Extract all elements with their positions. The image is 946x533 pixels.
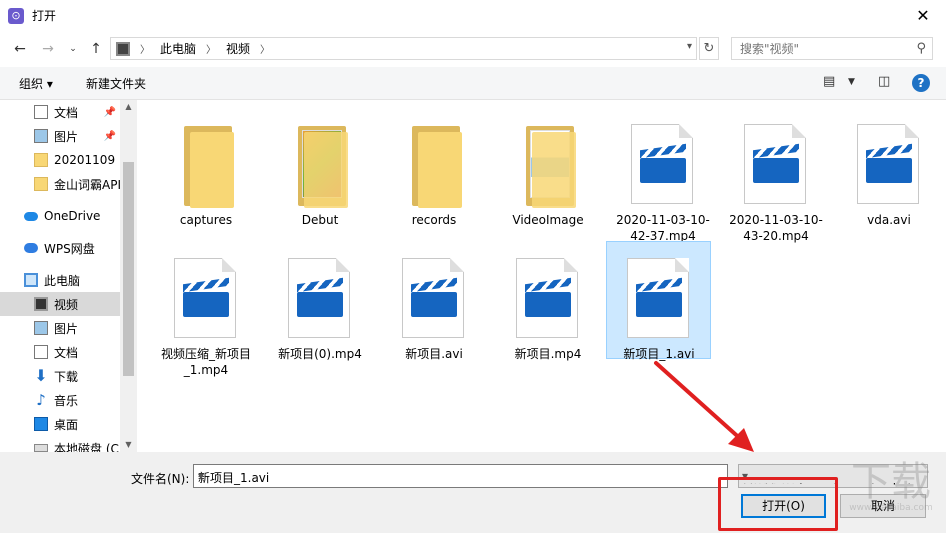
view-mode-icon[interactable]: ▤ — [823, 74, 835, 89]
file-item-vda-avi[interactable]: vda.avi — [837, 108, 941, 227]
sidebar-item-desktop[interactable]: 桌面 — [0, 412, 120, 436]
sidebar-item-20201109[interactable]: 20201109 — [0, 148, 120, 172]
desktop-icon — [34, 417, 48, 431]
file-item-video-2[interactable]: 2020-11-03-10-43-20.mp4 — [724, 108, 828, 243]
sidebar-scrollbar[interactable]: ▲ ▼ — [120, 100, 137, 452]
sidebar-item-music[interactable]: ♪ 音乐 — [0, 388, 120, 412]
watermark: 下载 www.xiazaiba.com — [849, 459, 933, 513]
app-icon: ⊙ — [8, 7, 24, 24]
computer-icon — [24, 273, 38, 287]
file-item-records[interactable]: records — [382, 108, 486, 227]
folder-icon — [176, 126, 236, 208]
search-input[interactable] — [740, 41, 910, 56]
file-list: captures Debut records VideoImage 2020-1… — [137, 100, 946, 452]
sidebar-item-pictures-pinned[interactable]: 图片 📌 — [0, 124, 120, 148]
address-row: ← → ⌄ ↑ 〉 此电脑 〉 视频 〉 ▾ ↻ ⚲ — [0, 31, 946, 67]
file-item-new-project-1-avi[interactable]: 新项目_1.avi — [606, 241, 711, 361]
sidebar-item-jinshan-api[interactable]: 金山词霸API — [0, 172, 120, 196]
sidebar-item-local-disk[interactable]: 本地磁盘 (C — [0, 436, 120, 452]
toolbar: 组织 ▾ 新建文件夹 ▤ ▼ ◫ — [0, 67, 946, 100]
document-icon — [34, 345, 48, 359]
chevron-down-icon[interactable]: ▼ — [848, 77, 855, 87]
navigation-pane: 文档 📌 图片 📌 20201109 金山词霸API OneDrive WPS网… — [0, 100, 120, 452]
new-folder-button[interactable]: 新建文件夹 — [86, 75, 146, 92]
chevron-down-icon[interactable]: ▾ — [198, 469, 723, 483]
file-item-videoimage[interactable]: VideoImage — [496, 108, 600, 227]
video-file-icon — [516, 258, 578, 338]
scroll-up-icon[interactable]: ▲ — [120, 102, 137, 111]
music-icon: ♪ — [36, 391, 46, 409]
wps-cloud-icon — [24, 243, 38, 253]
folder-with-image-icon — [290, 126, 350, 208]
picture-icon — [34, 321, 48, 335]
video-file-icon — [402, 258, 464, 338]
sidebar-item-documents[interactable]: 文档 — [0, 340, 120, 364]
forward-arrow-icon[interactable]: → — [39, 40, 57, 58]
file-item-debut[interactable]: Debut — [268, 108, 372, 227]
filename-input[interactable]: 新项目_1.avi ▾ — [193, 464, 728, 488]
file-item-new-project-0-mp4[interactable]: 新项目(0).mp4 — [268, 242, 372, 361]
sidebar-item-wps-cloud[interactable]: WPS网盘 — [0, 236, 120, 260]
sidebar-item-documents-pinned[interactable]: 文档 📌 — [0, 100, 120, 124]
pin-icon: 📌 — [103, 130, 116, 142]
picture-icon — [34, 129, 48, 143]
file-item-captures[interactable]: captures — [154, 108, 258, 227]
search-icon[interactable]: ⚲ — [916, 41, 926, 56]
video-folder-icon — [116, 41, 130, 56]
sidebar-item-this-pc[interactable]: 此电脑 — [0, 268, 120, 292]
video-file-icon — [174, 258, 236, 338]
scrollbar-thumb[interactable] — [123, 162, 134, 376]
folder-icon — [34, 177, 48, 191]
close-button[interactable]: ✕ — [900, 0, 946, 31]
preview-pane-icon[interactable]: ◫ — [878, 74, 890, 89]
document-icon — [34, 105, 48, 119]
sidebar-item-pictures[interactable]: 图片 — [0, 316, 120, 340]
file-item-new-project-mp4[interactable]: 新项目.mp4 — [496, 242, 600, 361]
sidebar-item-videos[interactable]: 视频 — [0, 292, 120, 316]
folder-icon — [404, 126, 464, 208]
sidebar-item-onedrive[interactable]: OneDrive — [0, 204, 120, 228]
up-arrow-icon[interactable]: ↑ — [87, 40, 105, 58]
sidebar-item-downloads[interactable]: ⬇ 下载 — [0, 364, 120, 388]
file-item-compressed-mp4[interactable]: 视频压缩_新项目_1.mp4 — [154, 242, 258, 377]
breadcrumb-this-pc[interactable]: 此电脑 — [160, 40, 196, 57]
folder-icon — [34, 153, 48, 167]
file-item-new-project-avi[interactable]: 新项目.avi — [382, 242, 486, 361]
breadcrumb-videos[interactable]: 视频 — [226, 40, 250, 57]
video-icon — [34, 297, 48, 311]
video-file-icon — [631, 124, 693, 204]
annotation-highlight-box — [718, 477, 838, 531]
window-title: 打开 — [32, 9, 57, 23]
title-bar: ⊙ 打开 ✕ — [0, 0, 946, 31]
search-box[interactable]: ⚲ — [731, 37, 933, 60]
chevron-right-icon[interactable]: 〉 — [260, 41, 270, 56]
recent-dropdown-icon[interactable]: ⌄ — [64, 40, 82, 58]
folder-with-paper-icon — [518, 126, 578, 208]
filename-label: 文件名(N): — [131, 472, 190, 486]
download-icon: ⬇ — [34, 366, 48, 385]
organize-button[interactable]: 组织 ▾ — [19, 75, 53, 92]
video-file-icon — [857, 124, 919, 204]
back-arrow-icon[interactable]: ← — [11, 40, 29, 58]
disk-icon — [34, 444, 48, 452]
address-bar[interactable]: 〉 此电脑 〉 视频 〉 ▾ — [110, 37, 697, 60]
pin-icon: 📌 — [103, 106, 116, 118]
chevron-right-icon[interactable]: 〉 — [140, 41, 150, 56]
chevron-right-icon[interactable]: 〉 — [206, 41, 216, 56]
refresh-icon[interactable]: ↻ — [699, 37, 719, 60]
chevron-down-icon[interactable]: ▾ — [687, 41, 692, 52]
scroll-down-icon[interactable]: ▼ — [120, 440, 137, 449]
video-file-icon — [288, 258, 350, 338]
help-icon[interactable]: ? — [912, 74, 930, 92]
video-file-icon — [744, 124, 806, 204]
file-item-video-1[interactable]: 2020-11-03-10-42-37.mp4 — [611, 108, 715, 243]
cloud-icon — [24, 211, 38, 221]
video-file-icon — [627, 258, 689, 338]
